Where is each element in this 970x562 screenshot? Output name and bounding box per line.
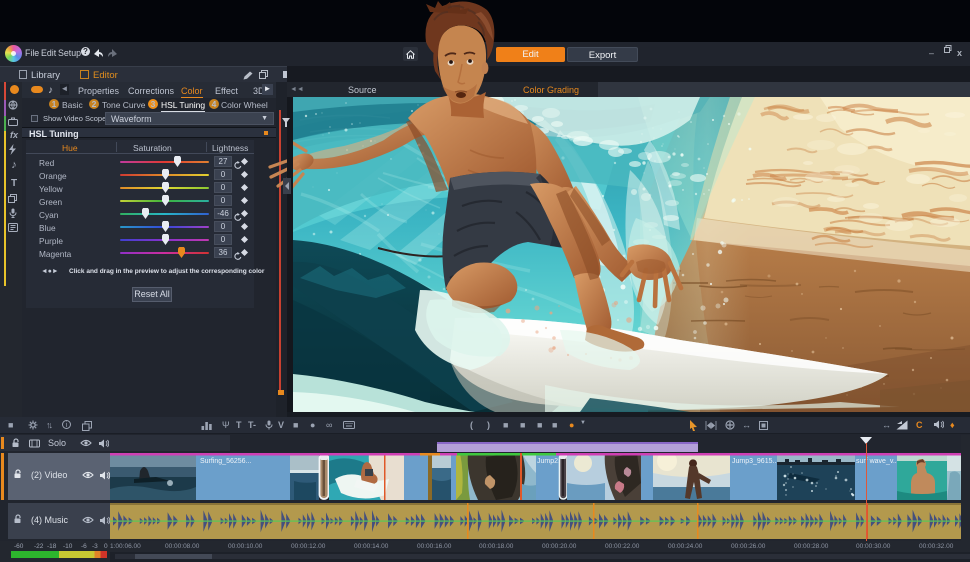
svg-text:surf wave_v...: surf wave_v... <box>856 458 899 465</box>
svg-text:Jump2..: Jump2.. <box>537 458 562 465</box>
svg-text:Jump3_9615...: Jump3_9615... <box>732 458 778 465</box>
svg-text:Surfing_56256...: Surfing_56256... <box>200 458 251 465</box>
